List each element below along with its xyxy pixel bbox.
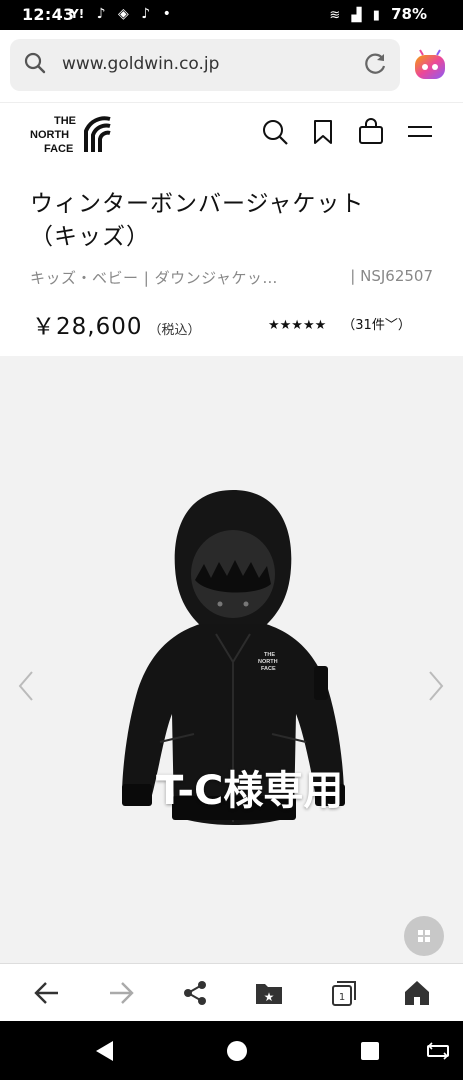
svg-text:NORTH: NORTH [30,129,69,141]
home-icon[interactable] [402,978,432,1008]
svg-text:FACE: FACE [261,666,276,672]
tax-label: （税込） [148,323,201,338]
tiktok-icon: ♪ [141,6,151,22]
search-icon [24,52,46,74]
battery-icon: ▮ [372,8,380,23]
product-info: ウィンターボンバージャケット （キッズ） キッズ・ベビー | ダウンジャケッ… … [0,162,463,356]
product-code: | NSJ62507 [350,267,433,285]
system-nav-bar [0,1021,463,1080]
product-title: ウィンターボンバージャケット （キッズ） [30,188,430,254]
overlay-label: T-C様専用 [156,768,344,814]
chevron-left-icon[interactable] [16,668,36,704]
product-category[interactable]: キッズ・ベビー | ダウンジャケッ… [30,267,278,288]
forward-arrow-icon[interactable] [106,978,136,1008]
rating-stars: ★★★★★ [268,318,327,333]
back-arrow-icon[interactable] [32,978,62,1008]
site-header: THE NORTH FACE [0,102,463,163]
grid-view-button[interactable] [404,916,444,956]
product-gallery[interactable]: THE NORTH FACE T-C様専用 [0,356,463,963]
product-price: ￥28,600 （税込） [32,307,201,341]
address-bar[interactable]: www.goldwin.co.jp [10,39,400,91]
bookmark-folder-icon[interactable]: ★ [254,978,284,1008]
url-text[interactable]: www.goldwin.co.jp [62,54,219,74]
svg-text:NORTH: NORTH [258,659,278,665]
nav-home-icon[interactable] [225,1039,249,1063]
menu-icon[interactable] [405,117,435,147]
rotate-icon[interactable] [426,1039,450,1063]
notification-icons: Y! ♪ ◈ ♪ • [70,6,179,22]
product-rating[interactable]: ★★★★★ （31件﹀） [268,314,411,333]
signal-icon: ▟ [351,8,362,23]
share-icon[interactable] [180,978,210,1008]
search-icon[interactable] [260,117,290,147]
svg-text:1: 1 [339,992,345,1003]
nav-back-icon[interactable] [93,1039,117,1063]
svg-text:FACE: FACE [44,143,73,155]
tabs-icon[interactable]: 1 [328,978,358,1008]
review-count[interactable]: （31件﹀） [342,318,411,333]
wifi-icon: ≋ [329,8,341,23]
svg-text:★: ★ [264,990,275,1004]
browser-toolbar: ★ 1 [0,963,463,1022]
status-bar: 12:43 Y! ♪ ◈ ♪ • ≋ ▟ ▮ 78% [0,0,463,30]
status-right: ≋ ▟ ▮ 78% [329,5,427,23]
svg-text:THE: THE [264,652,275,658]
chevron-right-icon[interactable] [426,668,446,704]
grid-icon [418,930,430,942]
price-value: ￥28,600 [32,314,143,340]
svg-text:THE: THE [54,115,76,127]
bookmark-icon[interactable] [308,117,338,147]
product-title-line1: ウィンターボンバージャケット [30,191,365,217]
yahoo-icon: Y! [70,7,85,21]
tiktok-icon: ♪ [96,6,106,22]
assistant-icon[interactable] [412,48,448,84]
status-time: 12:43 [22,5,75,24]
the-north-face-logo[interactable]: THE NORTH FACE [28,111,114,155]
reload-icon[interactable] [362,51,388,77]
product-title-line2: （キッズ） [30,224,150,250]
cube-icon: ◈ [118,6,129,22]
battery-level: 78% [391,5,427,23]
nav-recents-icon[interactable] [358,1039,382,1063]
browser-bar: www.goldwin.co.jp [0,30,463,102]
dot-icon: • [162,6,171,22]
cart-icon[interactable] [356,117,386,147]
